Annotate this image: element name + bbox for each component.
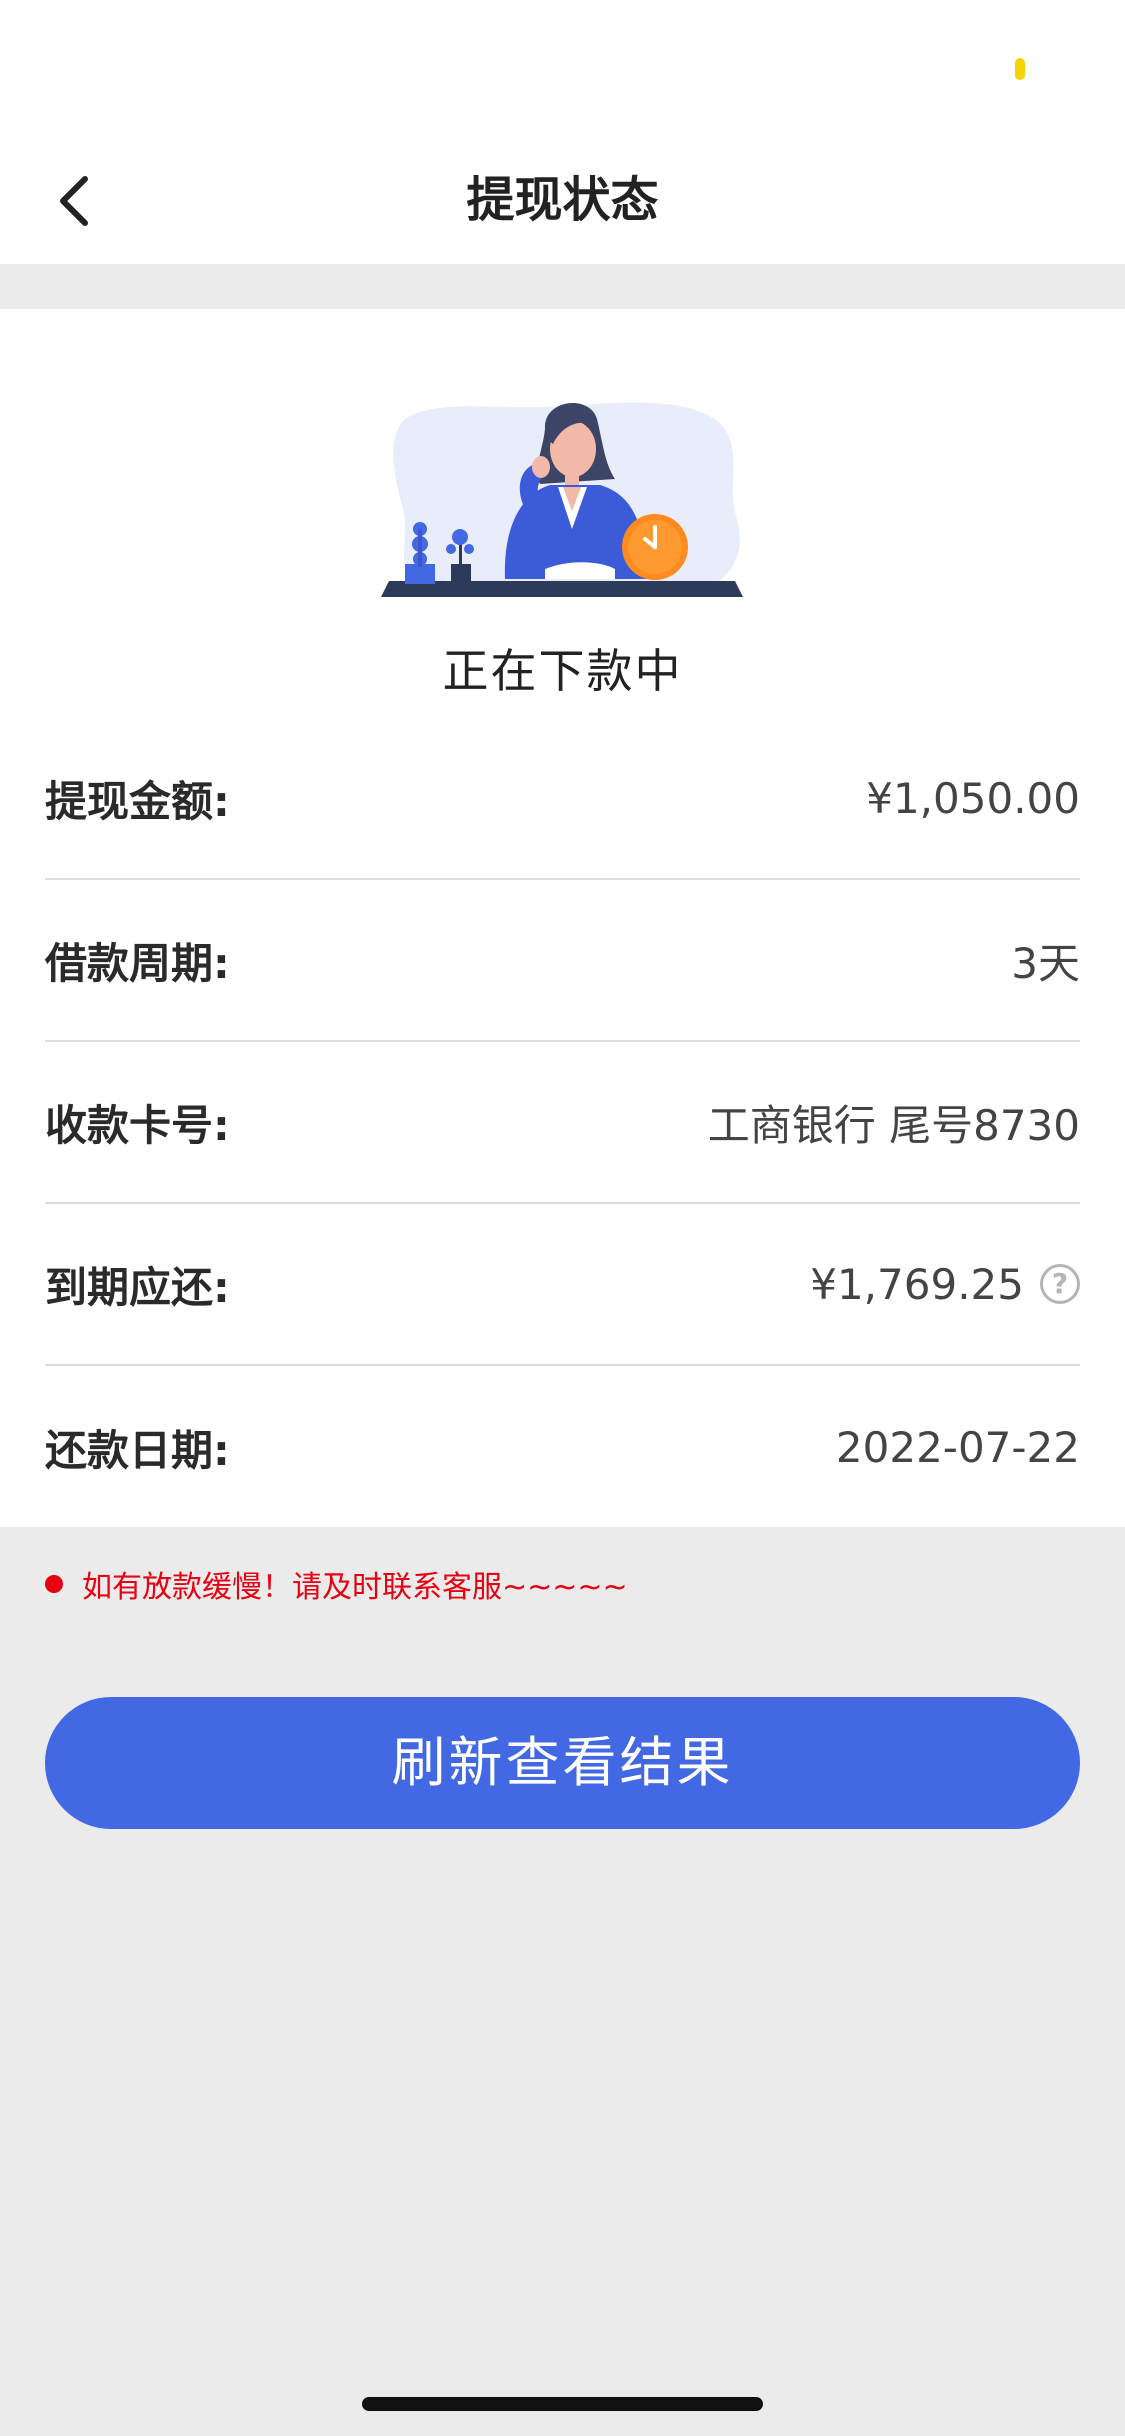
refresh-result-button[interactable]: 刷新查看结果 xyxy=(45,1697,1080,1829)
info-row-amount-due: 到期应还: ¥1,769.25 ? xyxy=(45,1204,1080,1366)
notice-text: 如有放款缓慢！请及时联系客服~~~~~ xyxy=(82,1570,628,1605)
amount-due-label: 到期应还: xyxy=(45,1262,230,1312)
status-bar xyxy=(0,0,1125,136)
status-indicator-dot xyxy=(1015,58,1025,80)
amount-due-value: ¥1,769.25 xyxy=(810,1259,1024,1309)
info-row-withdraw-amount: 提现金额: ¥1,050.00 xyxy=(45,718,1080,880)
info-row-loan-period: 借款周期: 3天 xyxy=(45,880,1080,1042)
question-circle-icon[interactable]: ? xyxy=(1040,1264,1080,1304)
amount-due-value-group: ¥1,769.25 ? xyxy=(810,1260,1080,1309)
woman-waiting-illustration xyxy=(381,402,743,597)
notice-bullet-icon xyxy=(45,1575,63,1593)
info-row-repayment-date: 还款日期: 2022-07-22 xyxy=(45,1366,1080,1528)
info-row-bank-card: 收款卡号: 工商银行 尾号8730 xyxy=(45,1042,1080,1204)
loan-period-label: 借款周期: xyxy=(45,938,230,988)
page-title: 提现状态 xyxy=(466,172,659,228)
withdrawal-status-card: 正在下款中 提现金额: ¥1,050.00 借款周期: 3天 收款卡号: 工商银… xyxy=(0,309,1125,1527)
bank-card-value: 工商银行 尾号8730 xyxy=(707,1100,1080,1150)
slow-disbursement-notice: 如有放款缓慢！请及时联系客服~~~~~ xyxy=(45,1562,628,1606)
repayment-date-label: 还款日期: xyxy=(45,1425,230,1475)
bank-card-label: 收款卡号: xyxy=(45,1100,230,1150)
withdraw-amount-label: 提现金额: xyxy=(45,776,230,826)
home-indicator[interactable] xyxy=(362,2397,763,2411)
nav-bar: 提现状态 xyxy=(0,136,1125,264)
withdrawal-status-text: 正在下款中 xyxy=(442,644,683,698)
withdraw-amount-value: ¥1,050.00 xyxy=(866,773,1080,823)
loan-period-value: 3天 xyxy=(1011,938,1080,988)
repayment-date-value: 2022-07-22 xyxy=(835,1422,1080,1472)
